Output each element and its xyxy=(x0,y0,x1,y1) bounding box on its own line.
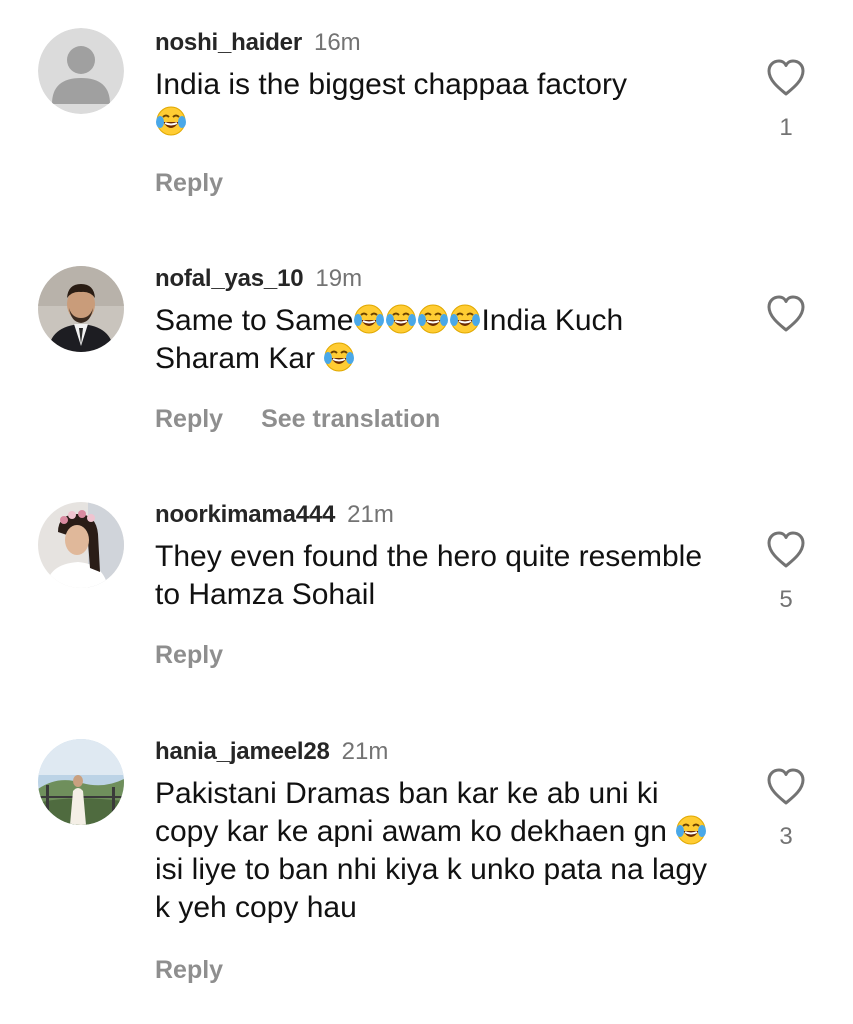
reply-button[interactable]: Reply xyxy=(155,405,223,433)
comment-actions: Reply xyxy=(155,955,223,985)
comment-text-part: They even found the hero quite resemble … xyxy=(155,540,703,611)
timestamp: 21m xyxy=(341,738,389,765)
comment-text: They even found the hero quite resemble … xyxy=(155,538,725,614)
joy-emoji-icon xyxy=(417,303,449,335)
username[interactable]: noshi_haider xyxy=(155,29,302,56)
reply-button[interactable]: Reply xyxy=(155,956,223,984)
comment-actions: Reply xyxy=(155,168,223,198)
comment-meta: noshi_haider 16m xyxy=(155,28,361,58)
username[interactable]: nofal_yas_10 xyxy=(155,265,304,292)
comment-text-part: Pakistani Dramas ban kar ke ab uni ki co… xyxy=(155,777,676,848)
like-count: 5 xyxy=(779,586,793,613)
heart-outline-icon[interactable] xyxy=(765,530,807,570)
comment-text-part: isi liye to ban nhi kiya k unko pata na … xyxy=(155,853,707,924)
joy-emoji-icon xyxy=(323,341,355,373)
like-control: 1 xyxy=(764,58,808,142)
like-control xyxy=(764,294,808,350)
like-control: 3 xyxy=(764,767,808,851)
heart-outline-icon[interactable] xyxy=(765,294,807,334)
avatar[interactable] xyxy=(38,502,124,588)
comment-text: Pakistani Dramas ban kar ke ab uni ki co… xyxy=(155,775,725,927)
see-translation-button[interactable]: See translation xyxy=(261,405,440,433)
joy-emoji-icon xyxy=(675,814,707,846)
comment-actions: Reply xyxy=(155,640,223,670)
like-control: 5 xyxy=(764,530,808,614)
like-count: 3 xyxy=(779,823,793,850)
username[interactable]: noorkimama444 xyxy=(155,501,335,528)
joy-emoji-icon xyxy=(353,303,385,335)
comment-meta: hania_jameel28 21m xyxy=(155,737,388,767)
timestamp: 16m xyxy=(313,29,361,56)
heart-outline-icon[interactable] xyxy=(765,58,807,98)
reply-button[interactable]: Reply xyxy=(155,169,223,197)
joy-emoji-icon xyxy=(385,303,417,335)
heart-outline-icon[interactable] xyxy=(765,767,807,807)
timestamp: 19m xyxy=(315,265,363,292)
comment-actions: Reply See translation xyxy=(155,404,440,434)
joy-emoji-icon xyxy=(155,105,187,137)
like-count: 1 xyxy=(779,114,793,141)
comment-text: India is the biggest chappaa factory xyxy=(155,66,725,142)
comment-text-part: Same to Same xyxy=(155,304,354,337)
comment-text: Same to Same India Kuch Sharam Kar xyxy=(155,302,725,378)
comment-meta: noorkimama444 21m xyxy=(155,500,394,530)
comment-meta: nofal_yas_10 19m xyxy=(155,264,362,294)
reply-button[interactable]: Reply xyxy=(155,641,223,669)
comment-text-part: India is the biggest chappaa factory xyxy=(155,68,627,101)
avatar[interactable] xyxy=(38,739,124,825)
avatar[interactable] xyxy=(38,28,124,114)
joy-emoji-icon xyxy=(449,303,481,335)
avatar[interactable] xyxy=(38,266,124,352)
timestamp: 21m xyxy=(347,501,394,528)
username[interactable]: hania_jameel28 xyxy=(155,738,330,765)
